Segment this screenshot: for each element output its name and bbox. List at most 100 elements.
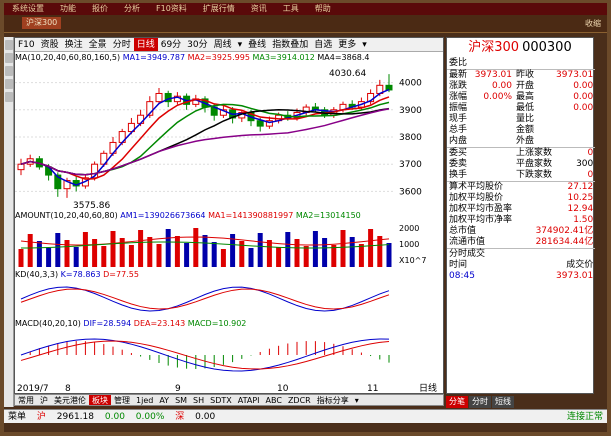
x-axis-suffix: 日线 xyxy=(419,382,437,393)
volume-bar xyxy=(322,238,328,267)
quote-cell: 0.00 xyxy=(491,81,513,91)
bottom-tab-13[interactable]: 指标分享 xyxy=(314,395,352,405)
bottom-tab-11[interactable]: ABC xyxy=(263,395,285,405)
sidebar-btn[interactable] xyxy=(5,66,13,76)
bottom-tab-10[interactable]: ATAPI xyxy=(235,395,263,405)
bottom-tab-14[interactable]: ▾ xyxy=(352,395,362,405)
quote-cell: 金额 xyxy=(516,125,535,135)
stat-row: 算术平均股价 27.12 xyxy=(447,181,596,193)
toolbar-item-13[interactable]: 更多 xyxy=(335,38,359,51)
quote-row: 委比 xyxy=(447,58,595,70)
volume-bar xyxy=(266,240,272,267)
bottom-tab-12[interactable]: ZDCR xyxy=(285,395,314,405)
quote-row: 委买 上涨家数 0 xyxy=(447,147,596,159)
trade-row: 08:45 3973.01 xyxy=(447,271,595,282)
kd-chart[interactable] xyxy=(15,280,443,318)
bottom-tab-6[interactable]: AY xyxy=(156,395,172,405)
am1-value: AM1=139026673664 xyxy=(120,211,206,220)
toolbar-item-6[interactable]: 69分 xyxy=(158,38,184,51)
volume-bar xyxy=(368,229,374,267)
quote-cell: 最低 xyxy=(516,103,535,113)
quote-row: 内盘 外盘 xyxy=(447,136,595,148)
connection-status: 连接正常 xyxy=(566,412,603,422)
quote-cell: 量比 xyxy=(516,114,535,124)
volume-bar xyxy=(285,232,291,267)
volume-bar xyxy=(377,236,383,267)
amount-y-tick: 1000 xyxy=(399,240,419,249)
stat-row: 加权平均市盈率 12.94 xyxy=(447,204,595,215)
quote-cell: 委卖 xyxy=(449,159,468,169)
price-y-tick: 3700 xyxy=(399,160,422,170)
dif-value: DIF=28.594 xyxy=(83,319,132,328)
bottom-tab-7[interactable]: SM xyxy=(172,395,190,405)
bottom-tab-2[interactable]: 美元港伦 xyxy=(51,395,89,405)
low-label: 3575.86 xyxy=(73,201,110,211)
toolbar-item-14[interactable]: ▾ xyxy=(359,38,370,51)
toolbar-item-7[interactable]: 30分 xyxy=(184,38,210,51)
status-menu[interactable]: 菜单 xyxy=(4,410,30,423)
quote-cell: 08:45 xyxy=(449,271,475,281)
quote-cell: 流通市值 xyxy=(449,237,486,247)
quote-header: 沪深300 000300 xyxy=(447,38,593,58)
top-menu-item-1[interactable]: 功能 xyxy=(60,3,76,15)
toolbar-item-4[interactable]: 分时 xyxy=(110,38,134,51)
toolbar-item-0[interactable]: F10 xyxy=(15,38,38,51)
toolbar-item-12[interactable]: 自选 xyxy=(311,38,335,51)
top-menu-item-3[interactable]: 分析 xyxy=(124,3,140,15)
bottom-tab-0[interactable]: 常用 xyxy=(15,395,37,405)
volume-bar xyxy=(110,231,116,267)
quote-row: 现手 量比 xyxy=(447,114,595,125)
quote-cell xyxy=(470,114,514,125)
x-axis: 2019/7 8 9 10 11 日线 xyxy=(17,382,437,393)
toolbar-item-10[interactable]: 叠线 xyxy=(245,38,269,51)
toolbar-item-8[interactable]: 周线 xyxy=(211,38,235,51)
top-menu-item-8[interactable]: 帮助 xyxy=(315,3,331,15)
active-tab-label[interactable]: 沪深300 xyxy=(22,17,62,29)
volume-bar xyxy=(358,244,364,267)
right-tab-1[interactable]: 分时 xyxy=(469,396,491,408)
toolbar-item-3[interactable]: 全景 xyxy=(86,38,110,51)
kd-params: (40,3,3) xyxy=(26,270,59,279)
toolbar-item-2[interactable]: 换注 xyxy=(62,38,86,51)
toolbar-item-9[interactable]: ▾ xyxy=(235,38,246,51)
price-chart[interactable]: 4000 3900 3800 3700 3600 4030.64 3575.86 xyxy=(15,63,443,211)
bottom-tab-1[interactable]: 沪 xyxy=(37,395,51,405)
volume-bar xyxy=(73,247,79,267)
macd-chart[interactable] xyxy=(15,329,443,381)
x-axis-label: 11 xyxy=(367,384,378,393)
volume-bar xyxy=(64,240,70,267)
top-menu-item-0[interactable]: 系统设置 xyxy=(12,3,44,15)
top-menu-item-6[interactable]: 资讯 xyxy=(251,3,267,15)
top-menu-item-7[interactable]: 工具 xyxy=(283,3,299,15)
sidebar-btn[interactable] xyxy=(5,79,13,89)
quote-cell: 开盘 xyxy=(516,81,535,91)
x-axis-label: 8 xyxy=(65,384,71,393)
bottom-tab-4[interactable]: 管理 xyxy=(111,395,133,405)
bottom-tab-9[interactable]: SDTX xyxy=(207,395,235,405)
top-menu-bar: 系统设置 功能 报价 分析 F10资料 扩展行情 资讯 工具 帮助 xyxy=(4,3,607,15)
dea-value: DEA=23.143 xyxy=(133,319,186,328)
sidebar-btn[interactable] xyxy=(5,53,13,63)
amount-chart[interactable]: 2000 1000 X10^7 xyxy=(15,221,443,269)
collapse-button[interactable]: 收缩 xyxy=(585,18,601,29)
top-menu-item-4[interactable]: F10资料 xyxy=(156,3,187,15)
sidebar-btn[interactable] xyxy=(5,92,13,102)
bottom-tab-3[interactable]: 板块 xyxy=(89,395,111,405)
sidebar-btn[interactable] xyxy=(5,40,13,50)
top-menu-item-5[interactable]: 扩展行情 xyxy=(203,3,235,15)
volume-bar xyxy=(331,245,337,267)
volume-bar xyxy=(92,239,98,267)
index2-name: 深 xyxy=(175,412,185,422)
toolbar-item-1[interactable]: 资股 xyxy=(38,38,62,51)
quote-code: 000300 xyxy=(522,40,572,55)
right-tab-0[interactable]: 分笔 xyxy=(446,396,468,408)
ma1-value: MA1=3949.787 xyxy=(122,53,186,62)
right-tab-2[interactable]: 短线 xyxy=(492,396,514,408)
bottom-tab-8[interactable]: SH xyxy=(190,395,207,405)
toolbar-item-5[interactable]: 日线 xyxy=(133,38,158,51)
top-menu-item-2[interactable]: 报价 xyxy=(92,3,108,15)
volume-bar xyxy=(257,233,263,267)
amount-legend: AMOUNT(10,20,40,60,80) AM1=139026673664 … xyxy=(15,211,443,221)
bottom-tab-5[interactable]: 1jed xyxy=(133,395,156,405)
toolbar-item-11[interactable]: 指数叠加 xyxy=(269,38,311,51)
